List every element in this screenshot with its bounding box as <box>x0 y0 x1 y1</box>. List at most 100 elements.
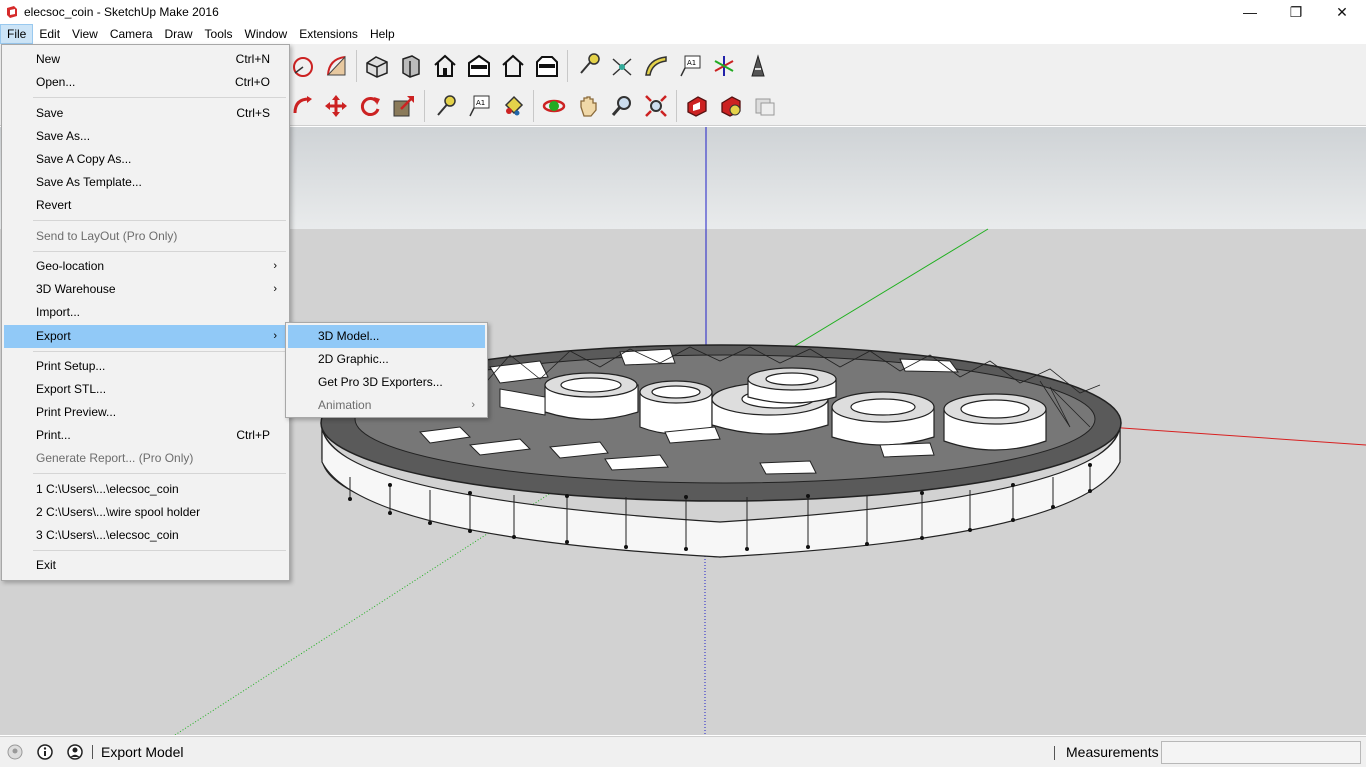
file-menu-recent-2[interactable]: 2 C:\Users\...\wire spool holder <box>4 501 287 524</box>
svg-text:A1: A1 <box>687 59 696 67</box>
axes-button[interactable] <box>707 49 741 83</box>
file-menu-recent-3[interactable]: 3 C:\Users\...\elecsoc_coin <box>4 524 287 547</box>
chevron-right-icon: › <box>471 399 475 411</box>
chevron-right-icon: › <box>273 283 277 295</box>
warehouse-icon <box>687 96 707 117</box>
circle-tool-button[interactable] <box>285 49 319 83</box>
zoom-extents-icon <box>645 95 667 117</box>
extension-warehouse-button[interactable] <box>714 89 748 123</box>
file-menu-geo-location[interactable]: Geo-location › <box>4 255 287 278</box>
front-view-button[interactable] <box>428 49 462 83</box>
paint-bucket-button[interactable] <box>496 89 530 123</box>
export-2d-graphic[interactable]: 2D Graphic... <box>288 348 485 371</box>
send-to-layout-button[interactable] <box>748 89 782 123</box>
measurements-label: Measurements <box>1066 744 1159 760</box>
file-menu-exit[interactable]: Exit <box>4 554 287 577</box>
file-menu-save-copy-as[interactable]: Save A Copy As... <box>4 148 287 171</box>
protractor-button[interactable] <box>639 49 673 83</box>
move-button[interactable] <box>319 89 353 123</box>
3d-warehouse-button[interactable] <box>680 89 714 123</box>
credits-status[interactable] <box>36 743 54 761</box>
tape-measure-icon <box>437 95 456 116</box>
circle-icon <box>293 57 313 77</box>
menu-help[interactable]: Help <box>364 24 401 44</box>
export-3d-model[interactable]: 3D Model... <box>288 325 485 348</box>
front-house-icon <box>434 54 456 77</box>
close-button[interactable]: ✕ <box>1319 0 1365 24</box>
3d-text-button[interactable] <box>741 49 775 83</box>
rotate-button[interactable] <box>353 89 387 123</box>
menu-draw[interactable]: Draw <box>159 24 199 44</box>
back-view-button[interactable] <box>496 49 530 83</box>
extension-warehouse-icon <box>721 96 741 117</box>
menu-separator <box>33 251 286 252</box>
file-menu-generate-report: Generate Report... (Pro Only) <box>36 451 194 465</box>
follow-me-icon <box>293 96 312 114</box>
menu-file[interactable]: File <box>0 24 34 44</box>
text-tool-button-2[interactable]: A1 <box>462 89 496 123</box>
orbit-button[interactable] <box>537 89 571 123</box>
file-menu-print-setup[interactable]: Print Setup... <box>4 355 287 378</box>
top-view-button[interactable] <box>394 49 428 83</box>
rotate-icon <box>360 97 380 116</box>
file-menu-save-as[interactable]: Save As... <box>4 125 287 148</box>
scale-button[interactable] <box>387 89 421 123</box>
right-view-button[interactable] <box>462 49 496 83</box>
export-submenu: 3D Model... 2D Graphic... Get Pro 3D Exp… <box>285 322 488 418</box>
dimension-icon <box>612 58 632 76</box>
file-menu-save[interactable]: Save Ctrl+S <box>4 102 287 125</box>
file-menu-revert[interactable]: Revert <box>4 194 287 217</box>
left-view-button[interactable] <box>530 49 564 83</box>
maximize-button[interactable]: ❐ <box>1273 0 1319 24</box>
menu-separator <box>33 220 286 221</box>
menu-window[interactable]: Window <box>239 24 294 44</box>
arc-tool-button[interactable] <box>319 49 353 83</box>
menu-separator <box>33 97 286 98</box>
menu-separator <box>33 473 286 474</box>
file-menu-3d-warehouse[interactable]: 3D Warehouse › <box>4 278 287 301</box>
move-arrows-icon <box>325 95 347 117</box>
axes-icon <box>714 56 734 76</box>
menu-extensions[interactable]: Extensions <box>293 24 364 44</box>
export-animation: Animation › <box>288 394 485 417</box>
top-view-icon <box>402 55 420 78</box>
file-menu-new[interactable]: New Ctrl+N <box>4 48 287 71</box>
file-menu-export-stl[interactable]: Export STL... <box>4 378 287 401</box>
zoom-extents-button[interactable] <box>639 89 673 123</box>
pan-button[interactable] <box>571 89 605 123</box>
file-menu-print-preview[interactable]: Print Preview... <box>4 401 287 424</box>
minimize-button[interactable]: — <box>1227 0 1273 24</box>
layout-icon <box>755 98 775 116</box>
menu-separator <box>33 351 286 352</box>
text-label-icon: A1 <box>680 55 701 77</box>
zoom-magnifier-icon <box>611 96 631 116</box>
file-menu-save-as-template[interactable]: Save As Template... <box>4 171 287 194</box>
iso-view-button[interactable] <box>360 49 394 83</box>
toolbar-separator <box>676 90 677 122</box>
file-menu-dropdown: New Ctrl+N Open... Ctrl+O Save Ctrl+S Save … <box>1 44 290 581</box>
scale-icon <box>393 96 414 117</box>
menu-view[interactable]: View <box>66 24 104 44</box>
dimension-button[interactable] <box>605 49 639 83</box>
geo-pin-icon <box>7 744 23 760</box>
measurements-input[interactable] <box>1161 741 1361 764</box>
file-menu-recent-1[interactable]: 1 C:\Users\...\elecsoc_coin <box>4 478 287 501</box>
follow-me-button[interactable] <box>285 89 319 123</box>
toolbar-separator <box>424 90 425 122</box>
text-tool-button[interactable]: A1 <box>673 49 707 83</box>
menu-edit[interactable]: Edit <box>33 24 66 44</box>
file-menu-print[interactable]: Print... Ctrl+P <box>4 424 287 447</box>
tape-measure-button[interactable] <box>571 49 605 83</box>
geo-location-status[interactable] <box>6 743 24 761</box>
sketchup-logo-icon <box>7 6 17 18</box>
file-menu-export[interactable]: Export › <box>4 325 287 348</box>
file-menu-open[interactable]: Open... Ctrl+O <box>4 71 287 94</box>
file-menu-import[interactable]: Import... <box>4 301 287 324</box>
sign-in-status[interactable] <box>66 743 84 761</box>
menu-camera[interactable]: Camera <box>104 24 159 44</box>
menu-tools[interactable]: Tools <box>199 24 239 44</box>
zoom-button[interactable] <box>605 89 639 123</box>
tape-measure-button-2[interactable] <box>428 89 462 123</box>
status-separator <box>92 745 93 759</box>
export-get-pro-exporters[interactable]: Get Pro 3D Exporters... <box>288 371 485 394</box>
